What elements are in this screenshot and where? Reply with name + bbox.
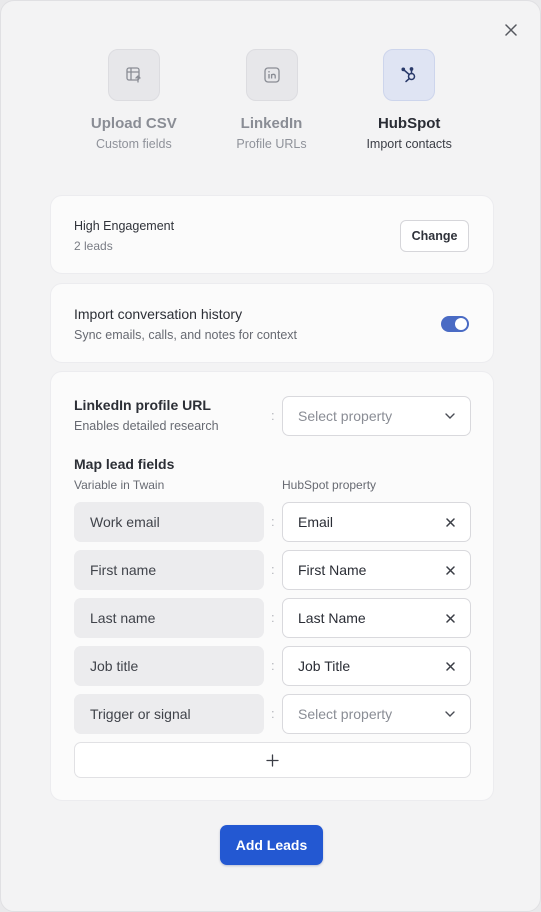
mapping-property-select[interactable]: Email	[282, 502, 471, 542]
column-variable-header: Variable in Twain	[74, 478, 165, 492]
map-fields-heading: Map lead fields	[74, 456, 175, 472]
linkedin-property-select[interactable]: Select property	[282, 396, 471, 436]
mapping-separator: :	[271, 514, 275, 529]
segment-lead-count: 2 leads	[74, 239, 113, 253]
mapping-separator: :	[271, 408, 275, 423]
conversation-history-card: Import conversation history Sync emails,…	[50, 283, 494, 363]
chevron-down-icon	[430, 695, 470, 733]
history-title: Import conversation history	[74, 306, 243, 322]
selected-property: First Name	[298, 562, 367, 578]
source-upload-csv[interactable]: Upload CSV Custom fields	[65, 49, 203, 151]
history-description: Sync emails, calls, and notes for contex…	[74, 328, 298, 342]
source-subtitle: Custom fields	[95, 137, 172, 151]
close-icon	[505, 24, 517, 36]
source-title: LinkedIn	[240, 115, 303, 132]
mapping-variable: Trigger or signal	[74, 694, 264, 734]
mapping-separator: :	[271, 706, 275, 721]
source-linkedin[interactable]: LinkedIn Profile URLs	[203, 49, 341, 151]
select-placeholder: Select property	[298, 706, 393, 722]
history-toggle[interactable]	[441, 316, 469, 332]
mapping-variable: First name	[74, 550, 264, 590]
add-mapping-row-button[interactable]	[74, 742, 471, 778]
mapping-separator: :	[271, 658, 275, 673]
selected-property: Email	[298, 514, 334, 530]
mapping-variable: Last name	[74, 598, 264, 638]
selected-property: Job Title	[298, 658, 351, 674]
mapping-property-select[interactable]: First Name	[282, 550, 471, 590]
source-subtitle: Profile URLs	[236, 137, 307, 151]
source-selector: Upload CSV Custom fields LinkedIn Profil…	[65, 49, 478, 151]
source-title: Upload CSV	[90, 115, 177, 132]
linkedin-url-hint: Enables detailed research	[74, 419, 219, 433]
source-title: HubSpot	[377, 115, 441, 132]
add-leads-button[interactable]: Add Leads	[220, 825, 323, 865]
mapping-separator: :	[271, 610, 275, 625]
linkedin-icon	[245, 49, 298, 101]
clear-icon[interactable]	[430, 599, 470, 637]
source-subtitle: Import contacts	[366, 137, 452, 151]
segment-name: High Engagement	[74, 219, 175, 233]
mapping-variable: Job title	[74, 646, 264, 686]
mapping-separator: :	[271, 562, 275, 577]
field-mapping-card: LinkedIn profile URL Enables detailed re…	[50, 371, 494, 801]
hubspot-icon	[383, 49, 436, 101]
mapping-property-select[interactable]: Job Title	[282, 646, 471, 686]
column-property-header: HubSpot property	[282, 478, 377, 492]
chevron-down-icon	[430, 397, 470, 435]
csv-table-icon	[107, 49, 160, 101]
mapping-variable: Work email	[74, 502, 264, 542]
clear-icon[interactable]	[430, 551, 470, 589]
segment-card: High Engagement 2 leads Change	[50, 195, 494, 274]
select-placeholder: Select property	[298, 408, 393, 424]
mapping-property-select[interactable]: Last Name	[282, 598, 471, 638]
toggle-knob	[455, 318, 467, 330]
import-leads-modal: Upload CSV Custom fields LinkedIn Profil…	[0, 0, 541, 912]
change-segment-button[interactable]: Change	[400, 220, 469, 252]
mapping-property-select[interactable]: Select property	[282, 694, 471, 734]
plus-icon	[266, 753, 279, 767]
linkedin-url-label: LinkedIn profile URL	[74, 397, 211, 413]
clear-icon[interactable]	[430, 647, 470, 685]
source-hubspot[interactable]: HubSpot Import contacts	[340, 49, 478, 151]
clear-icon[interactable]	[430, 503, 470, 541]
close-button[interactable]	[502, 21, 520, 39]
selected-property: Last Name	[298, 610, 366, 626]
